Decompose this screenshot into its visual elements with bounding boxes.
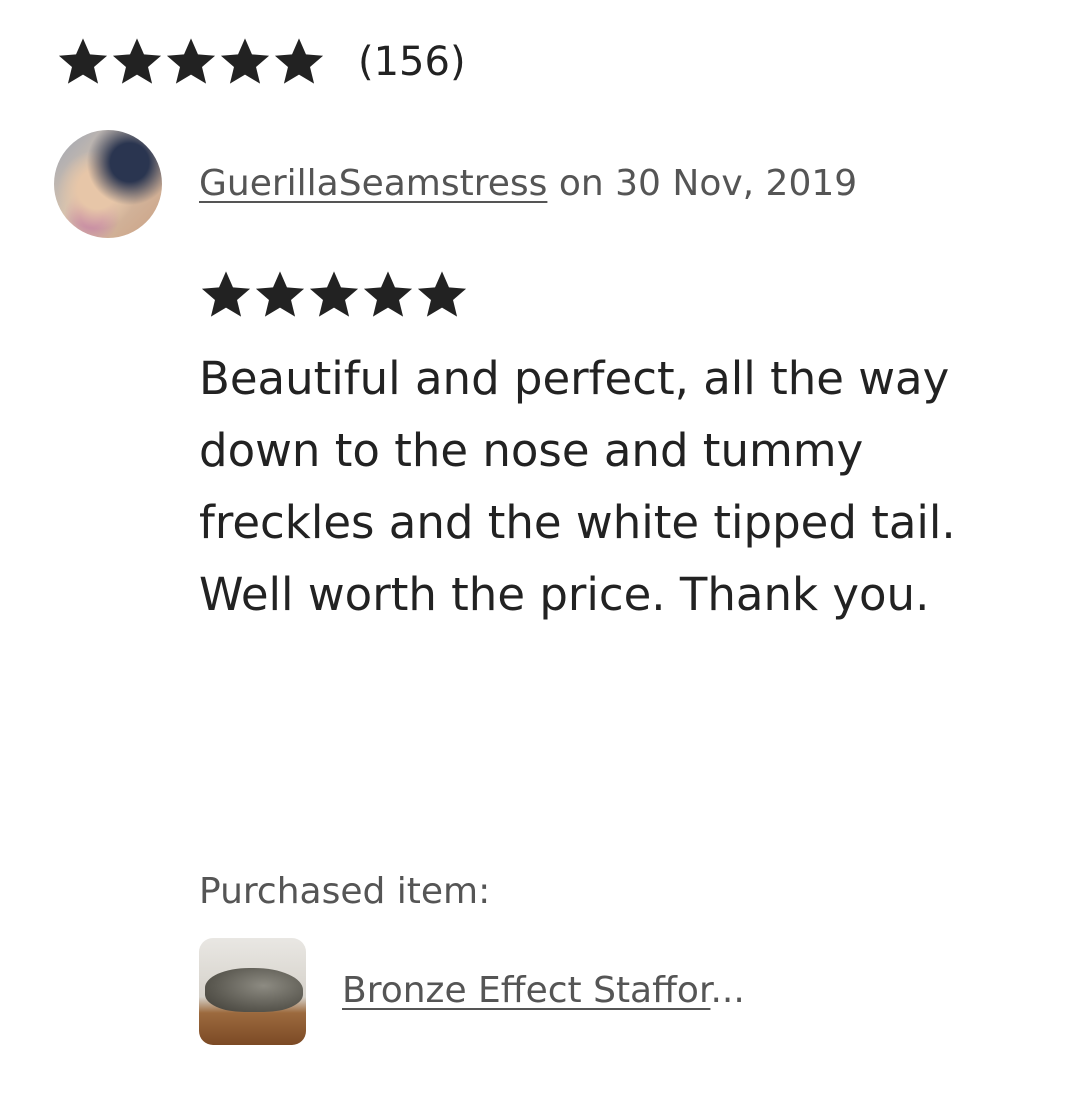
review-stars bbox=[199, 268, 469, 322]
star-icon bbox=[112, 38, 162, 84]
reviewer-name-link[interactable]: GuerillaSeamstress bbox=[199, 163, 547, 204]
star-icon bbox=[255, 271, 305, 317]
item-figure-image bbox=[205, 968, 303, 1012]
review-meta: GuerillaSeamstress on 30 Nov, 2019 bbox=[199, 160, 857, 208]
purchased-item-name[interactable]: Bronze Effect Staffor bbox=[342, 970, 710, 1011]
star-icon bbox=[309, 271, 359, 317]
review-count[interactable]: (156) bbox=[358, 34, 466, 90]
star-icon bbox=[220, 38, 270, 84]
overall-rating: (156) bbox=[56, 34, 466, 90]
purchased-item-thumbnail[interactable] bbox=[199, 938, 306, 1045]
star-icon bbox=[166, 38, 216, 84]
review-date: on 30 Nov, 2019 bbox=[547, 163, 858, 204]
purchased-item-label: Purchased item: bbox=[199, 871, 491, 912]
star-icon bbox=[58, 38, 108, 84]
item-name-ellipsis: ... bbox=[710, 970, 745, 1011]
star-icon bbox=[417, 271, 467, 317]
star-icon bbox=[363, 271, 413, 317]
purchased-item-link[interactable]: Bronze Effect Staffor... bbox=[342, 966, 745, 1016]
reviewer-avatar[interactable] bbox=[54, 130, 162, 238]
star-icon bbox=[201, 271, 251, 317]
overall-stars bbox=[56, 35, 326, 89]
review-text: Beautiful and perfect, all the way down … bbox=[199, 352, 956, 621]
star-icon bbox=[274, 38, 324, 84]
